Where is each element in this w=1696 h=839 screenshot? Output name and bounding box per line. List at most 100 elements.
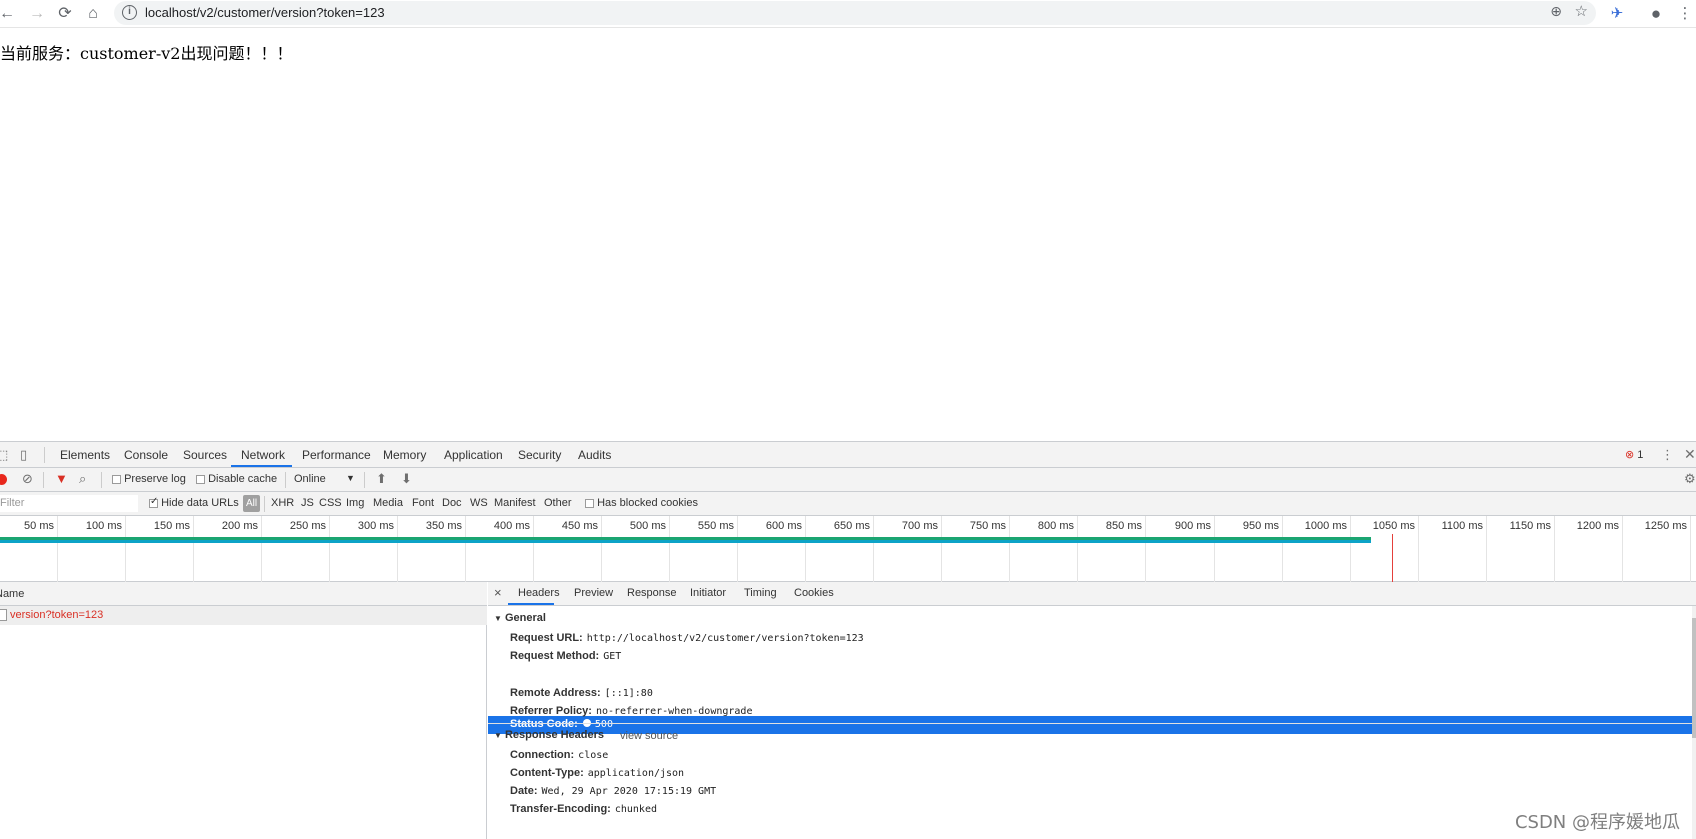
hide-data-urls-checkbox[interactable]: Hide data URLs: [149, 496, 239, 509]
filter-type-manifest[interactable]: Manifest: [494, 497, 536, 509]
browser-menu-icon[interactable]: ⋮: [1674, 3, 1696, 25]
timeline-gridline: [669, 516, 670, 582]
header-value: close: [578, 750, 609, 761]
view-source-link[interactable]: view source: [620, 730, 678, 742]
error-icon: ⊗: [1625, 449, 1635, 461]
search-icon[interactable]: ⌕: [79, 471, 86, 487]
detail-tab-timing[interactable]: Timing: [744, 587, 777, 599]
detail-tab-headers[interactable]: Headers: [518, 587, 560, 599]
referrer-policy-row[interactable]: Referrer Policy: no-referrer-when-downgra…: [510, 705, 752, 717]
error-count-badge[interactable]: ⊗ 1: [1625, 448, 1643, 461]
address-bar[interactable]: i localhost/v2/customer/version?token=12…: [114, 1, 1596, 25]
name-column-header[interactable]: Name: [0, 582, 487, 606]
has-blocked-cookies-checkbox[interactable]: Has blocked cookies: [585, 497, 698, 509]
detail-scrollbar-thumb[interactable]: [1692, 618, 1696, 738]
page-error-message: 当前服务：customer-v2出现问题！！！: [0, 44, 293, 63]
export-har-icon[interactable]: ⬇: [401, 471, 412, 487]
tab-memory[interactable]: Memory: [383, 448, 426, 462]
tab-security[interactable]: Security: [518, 448, 561, 462]
filter-type-ws[interactable]: WS: [470, 497, 488, 509]
filter-type-xhr[interactable]: XHR: [271, 497, 294, 509]
tab-performance[interactable]: Performance: [302, 448, 371, 462]
remote-address-row[interactable]: Remote Address: [::1]:80: [510, 687, 653, 699]
device-toolbar-icon[interactable]: ▯: [20, 447, 27, 463]
detail-tab-preview[interactable]: Preview: [574, 587, 613, 599]
clear-icon[interactable]: ⊘: [22, 471, 33, 487]
filter-type-doc[interactable]: Doc: [442, 497, 462, 509]
header-name: Request URL:: [510, 632, 583, 644]
disable-cache-checkbox[interactable]: Disable cache: [196, 473, 277, 485]
response-header-row[interactable]: Transfer-Encoding: chunked: [510, 803, 657, 815]
tab-network[interactable]: Network: [241, 448, 285, 462]
filter-type-media[interactable]: Media: [373, 497, 403, 509]
timeline-gridline: [1145, 516, 1146, 582]
zoom-icon[interactable]: ⊕: [1550, 3, 1562, 20]
header-value: no-referrer-when-downgrade: [595, 706, 753, 717]
reload-icon[interactable]: ⟳: [54, 3, 76, 25]
filter-type-js[interactable]: JS: [301, 497, 314, 509]
tab-sources[interactable]: Sources: [183, 448, 227, 462]
devtools-menu-icon[interactable]: ⋮: [1661, 447, 1674, 463]
detail-tab-cookies[interactable]: Cookies: [794, 587, 834, 599]
inspect-element-icon[interactable]: ⬚: [0, 447, 8, 463]
tab-audits[interactable]: Audits: [578, 448, 611, 462]
record-icon[interactable]: [0, 474, 7, 485]
checkbox[interactable]: [196, 474, 205, 484]
divider: [44, 447, 45, 463]
timeline-gridline: [1282, 516, 1283, 582]
checkbox[interactable]: [112, 474, 121, 484]
general-section-toggle[interactable]: ▼ General: [494, 612, 546, 624]
site-info-icon[interactable]: i: [122, 5, 137, 20]
devtools-panel: ⬚ ▯ Elements Console Sources Network Perform…: [0, 441, 1696, 839]
network-settings-gear-icon[interactable]: ⚙: [1684, 471, 1696, 487]
request-name: version?token=123: [10, 609, 104, 621]
home-icon[interactable]: ⌂: [82, 3, 104, 25]
header-name: Date:: [510, 785, 538, 797]
header-value: Wed, 29 Apr 2020 17:15:19 GMT: [541, 786, 717, 797]
response-header-row[interactable]: Date: Wed, 29 Apr 2020 17:15:19 GMT: [510, 785, 716, 797]
preserve-log-checkbox[interactable]: Preserve log: [112, 473, 186, 485]
general-section-title: General: [504, 612, 546, 624]
filter-type-img[interactable]: Img: [346, 497, 364, 509]
timeline-gridline: [1690, 516, 1691, 582]
timeline-tick-label: 800 ms: [1037, 520, 1074, 532]
request-method-row[interactable]: Request Method: GET: [510, 650, 621, 662]
timeline-gridline: [1486, 516, 1487, 582]
checkbox-checked[interactable]: [149, 496, 158, 508]
timeline-gridline: [1009, 516, 1010, 582]
import-har-icon[interactable]: ⬆: [376, 471, 387, 487]
profile-avatar-icon[interactable]: ●: [1645, 3, 1667, 25]
filter-type-all[interactable]: All: [243, 495, 260, 512]
response-headers-section-toggle[interactable]: ▼ Response Headers: [494, 729, 604, 741]
header-name: Request Method:: [510, 650, 600, 662]
error-count: 1: [1637, 449, 1644, 461]
tab-application[interactable]: Application: [444, 448, 503, 462]
timeline-tick-label: 550 ms: [697, 520, 734, 532]
back-icon[interactable]: ←: [0, 3, 18, 25]
response-header-row[interactable]: Content-Type: application/json: [510, 767, 684, 779]
url-text[interactable]: localhost/v2/customer/version?token=123: [145, 5, 385, 20]
checkbox[interactable]: [585, 498, 594, 508]
detail-tab-response[interactable]: Response: [627, 587, 677, 599]
timeline-gridline: [125, 516, 126, 582]
tab-elements[interactable]: Elements: [60, 448, 110, 462]
request-url-row[interactable]: Request URL: http://localhost/v2/customer…: [510, 632, 864, 644]
filter-type-font[interactable]: Font: [412, 497, 434, 509]
throttling-select[interactable]: Online ▼: [294, 473, 355, 485]
tab-console[interactable]: Console: [124, 448, 168, 462]
close-devtools-icon[interactable]: ✕: [1684, 446, 1696, 463]
forward-icon[interactable]: →: [26, 3, 48, 25]
filter-type-css[interactable]: CSS: [319, 497, 342, 509]
extension-icon[interactable]: ✈: [1606, 3, 1628, 25]
network-timeline-overview[interactable]: 50 ms 100 ms 150 ms 200 ms 250 ms 300 ms 350 m…: [0, 516, 1696, 582]
detail-tab-initiator[interactable]: Initiator: [690, 587, 726, 599]
request-row[interactable]: version?token=123: [0, 606, 487, 625]
response-header-row[interactable]: Connection: close: [510, 749, 608, 761]
close-detail-icon[interactable]: ×: [494, 585, 502, 600]
divider: [264, 496, 265, 512]
filter-icon[interactable]: ▼: [55, 471, 68, 486]
request-waterfall-bar: [0, 537, 1371, 543]
filter-type-other[interactable]: Other: [544, 497, 572, 509]
bookmark-star-icon[interactable]: ☆: [1575, 2, 1588, 20]
filter-input[interactable]: Filter: [0, 495, 138, 512]
